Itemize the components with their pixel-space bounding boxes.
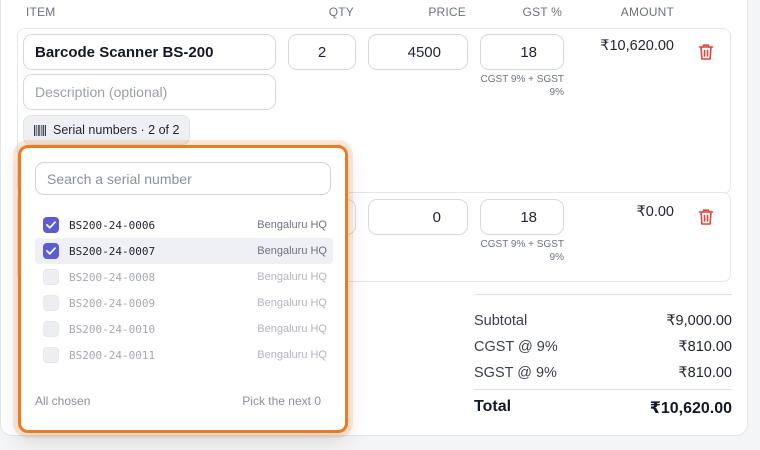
cgst-row: CGST @ 9% ₹810.00 <box>474 339 732 355</box>
item-description-input[interactable]: Description (optional) <box>23 74 276 110</box>
serial-location: Bengaluru HQ <box>257 271 327 283</box>
total-row: Total ₹10,620.00 <box>474 398 732 418</box>
barcode-icon <box>34 124 46 136</box>
serial-checkbox[interactable] <box>43 217 59 233</box>
column-header-amount: AMOUNT <box>620 5 674 19</box>
sgst-label: SGST @ 9% <box>474 365 557 381</box>
serial-number: BS200-24-0010 <box>69 322 156 336</box>
item-name-input[interactable]: Barcode Scanner BS-200 <box>23 34 276 70</box>
serial-checkbox[interactable] <box>43 295 59 311</box>
serial-location: Bengaluru HQ <box>257 219 327 231</box>
trash-icon[interactable] <box>698 208 714 226</box>
serial-checkbox[interactable] <box>43 243 59 259</box>
gst-split-note-cont: 9% <box>549 252 564 263</box>
column-header-price: PRICE <box>428 5 466 19</box>
subtotal-row: Subtotal ₹9,000.00 <box>474 313 732 329</box>
serial-location: Bengaluru HQ <box>257 349 327 361</box>
total-label: Total <box>474 398 512 415</box>
line-amount: ₹0.00 <box>636 204 674 220</box>
gst-input[interactable]: 18 <box>480 34 564 70</box>
serial-numbers-label: Serial numbers · 2 of 2 <box>53 123 180 137</box>
qty-input[interactable]: 2 <box>288 34 356 70</box>
serial-checkbox[interactable] <box>43 347 59 363</box>
serial-option[interactable]: BS200-24-0008 Bengaluru HQ <box>35 264 333 290</box>
cgst-value: ₹810.00 <box>678 339 732 355</box>
serial-option[interactable]: BS200-24-0010 Bengaluru HQ <box>35 316 333 342</box>
check-icon <box>46 247 56 255</box>
serial-option[interactable]: BS200-24-0006 Bengaluru HQ <box>35 212 333 238</box>
subtotal-label: Subtotal <box>474 313 528 329</box>
serial-number: BS200-24-0008 <box>69 270 156 284</box>
price-input[interactable]: 4500 <box>368 34 468 70</box>
serial-number: BS200-24-0007 <box>69 244 156 258</box>
gst-split-note: CGST 9% + SGST <box>480 239 564 250</box>
cgst-label: CGST @ 9% <box>474 339 558 355</box>
serial-number: BS200-24-0006 <box>69 218 156 232</box>
totals-divider <box>474 389 732 390</box>
serial-option[interactable]: BS200-24-0007 Bengaluru HQ <box>35 238 333 264</box>
column-header-item: ITEM <box>26 5 56 19</box>
subtotal-value: ₹9,000.00 <box>666 313 732 329</box>
serial-location: Bengaluru HQ <box>257 245 327 257</box>
sgst-row: SGST @ 9% ₹810.00 <box>474 365 732 381</box>
serial-checkbox[interactable] <box>43 321 59 337</box>
gst-input[interactable]: 18 <box>480 199 564 235</box>
serial-picker-popover: Search a serial number BS200-24-0006 Ben… <box>18 145 348 433</box>
serial-location: Bengaluru HQ <box>257 323 327 335</box>
serial-number: BS200-24-0011 <box>69 348 156 362</box>
serial-location: Bengaluru HQ <box>257 297 327 309</box>
gst-split-note-cont: 9% <box>549 87 564 98</box>
serial-search-input[interactable]: Search a serial number <box>35 162 331 195</box>
serial-list: BS200-24-0006 Bengaluru HQ BS200-24-0007… <box>35 212 333 368</box>
totals-divider <box>474 294 732 295</box>
price-input[interactable]: 0 <box>368 199 468 235</box>
serial-number: BS200-24-0009 <box>69 296 156 310</box>
serial-checkbox[interactable] <box>43 269 59 285</box>
serial-option[interactable]: BS200-24-0011 Bengaluru HQ <box>35 342 333 368</box>
trash-icon[interactable] <box>698 43 714 61</box>
gst-split-note: CGST 9% + SGST <box>480 74 564 85</box>
pick-next-button[interactable]: Pick the next 0 <box>242 394 321 408</box>
check-icon <box>46 221 56 229</box>
column-header-gst: GST % <box>522 5 562 19</box>
sgst-value: ₹810.00 <box>678 365 732 381</box>
selection-status: All chosen <box>35 394 91 408</box>
line-amount: ₹10,620.00 <box>600 38 674 54</box>
total-value: ₹10,620.00 <box>649 400 732 417</box>
serial-option[interactable]: BS200-24-0009 Bengaluru HQ <box>35 290 333 316</box>
serial-numbers-button[interactable]: Serial numbers · 2 of 2 <box>23 115 190 145</box>
column-header-qty: QTY <box>328 5 354 19</box>
